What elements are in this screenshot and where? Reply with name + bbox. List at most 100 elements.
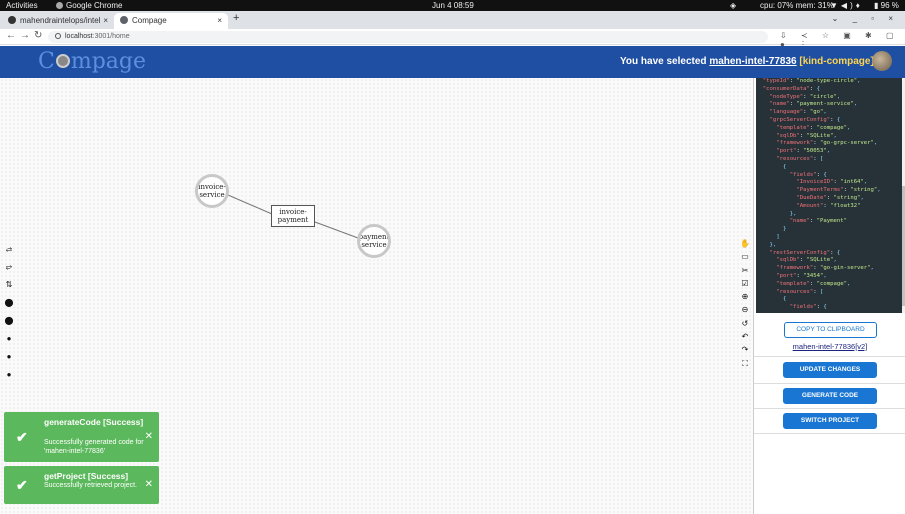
tab-compage[interactable]: Compage × [114, 13, 228, 29]
code-line: "template": "compage", [776, 280, 851, 287]
app-header: Cmpage You have selected mahen-intel-778… [0, 46, 905, 78]
code-line: }, [769, 241, 777, 248]
logo-gear-icon [55, 54, 70, 68]
code-line: "resources": [ [776, 288, 824, 295]
forward-icon[interactable]: → [20, 30, 30, 41]
close-icon[interactable]: ✕ [145, 431, 153, 442]
tab-label: Compage [132, 16, 167, 25]
app-menu[interactable]: Google Chrome [56, 0, 122, 11]
switch-project-button[interactable]: SWITCH PROJECT [783, 413, 877, 429]
close-icon[interactable]: ✕ [145, 479, 153, 490]
edge-invoice-to-invoice-payment [227, 194, 273, 215]
code-line: "InvoiceID": "int64", [796, 179, 868, 186]
zoom-out-icon[interactable]: ⊖ [739, 305, 751, 318]
divider [754, 408, 905, 409]
generate-code-button[interactable]: GENERATE CODE [783, 388, 877, 404]
logo-text-start: C [38, 49, 55, 74]
toast-title: generateCode [Success] [44, 417, 144, 427]
toast-message: Successfully generated code for 'mahen-i… [44, 439, 144, 455]
activities-button[interactable]: Activities [6, 0, 38, 11]
compage-tab-icon [120, 16, 128, 24]
redo-icon[interactable]: ↷ [739, 345, 751, 358]
divider [754, 356, 905, 357]
endpoint-top-icon[interactable]: ⬤ [4, 298, 14, 316]
url-bar[interactable]: localhost:3001/home [48, 31, 768, 43]
app-name: Google Chrome [66, 1, 123, 10]
github-icon [8, 16, 16, 24]
code-line: "sqlDb": "SQLite", [776, 257, 837, 264]
battery-indicator[interactable]: ▮ 96 % [874, 0, 899, 11]
reload-icon[interactable]: ↻ [34, 30, 42, 41]
edge-bezier-icon[interactable]: ⥄ [4, 244, 14, 262]
code-line: "resources": [ [776, 155, 824, 162]
delete-icon[interactable]: ✂ [739, 266, 751, 279]
logo-text-end: mpage [70, 49, 147, 74]
tab-strip: mahendraintelops/intel × Compage × + ⌄ _… [0, 11, 905, 29]
selected-project-link[interactable]: mahen-intel-77836 [709, 56, 796, 67]
code-line: ] [776, 233, 780, 240]
divider [754, 383, 905, 384]
code-line: "fields": { [789, 171, 827, 178]
code-line: "grpcServerConfig": { [769, 116, 841, 123]
endpoint-right-icon[interactable]: ● [4, 334, 14, 352]
network-volume-icons[interactable]: ▼◀)♦ [830, 0, 863, 11]
checkbox-icon[interactable]: ☑ [739, 279, 751, 292]
project-json-viewer[interactable]: "typeId": "node-type-circle", "consumerD… [756, 78, 902, 313]
right-panel: "typeId": "node-type-circle", "consumerD… [753, 78, 905, 514]
node-payment-service[interactable]: payment service [357, 224, 391, 258]
code-line: "consumerData": { [762, 85, 821, 92]
close-tab-icon[interactable]: × [217, 13, 222, 29]
node-invoice-payment[interactable]: invoice-payment [271, 205, 315, 227]
edge-taxi-icon[interactable]: ⥂ [4, 262, 14, 280]
toast-message: Successfully retrieved project. [44, 482, 137, 489]
window-controls[interactable]: ⌄ _ ▫ × [832, 14, 899, 23]
project-version-link[interactable]: mahen-intel-77836[v2] [754, 342, 905, 351]
system-top-bar: Activities Google Chrome Jun 4 08:59 ◈ c… [0, 0, 905, 11]
copy-to-clipboard-button[interactable]: COPY TO CLIPBOARD [784, 322, 877, 338]
code-line: "DueDate": "string", [796, 194, 864, 201]
select-box-icon[interactable]: ▭ [739, 252, 751, 265]
code-line: "typeId": "node-type-circle", [762, 78, 861, 84]
node-label: payment [358, 233, 390, 241]
undo-icon[interactable]: ↶ [739, 332, 751, 345]
code-line: "name": "Payment" [789, 218, 847, 225]
code-line: }, [789, 210, 797, 217]
endpoint-left-icon[interactable]: ● [4, 352, 14, 370]
back-icon[interactable]: ← [6, 30, 16, 41]
tab-github[interactable]: mahendraintelops/intel × [2, 13, 114, 29]
url-path: :3001/home [92, 33, 130, 40]
code-line: "template": "compage", [776, 124, 851, 131]
toast-get-project: ✔ getProject [Success] Successfully retr… [4, 466, 159, 504]
compage-logo[interactable]: Cmpage [38, 49, 146, 74]
selected-project-banner: You have selected mahen-intel-77836 [kin… [620, 56, 874, 67]
node-label: service [361, 241, 387, 249]
toast-generate-code: ✔ generateCode [Success] Successfully ge… [4, 412, 159, 462]
pan-hand-icon[interactable]: ✋ [739, 239, 751, 252]
fit-screen-icon[interactable]: ⛶ [739, 359, 751, 372]
divider [754, 433, 905, 434]
close-tab-icon[interactable]: × [103, 13, 108, 29]
update-changes-button[interactable]: UPDATE CHANGES [783, 362, 877, 378]
endpoint-bottom-icon[interactable]: ⬤ [4, 316, 14, 334]
clock[interactable]: Jun 4 08:59 [432, 0, 474, 11]
info-icon[interactable] [55, 33, 61, 39]
node-invoice-service[interactable]: invoice-service [195, 174, 229, 208]
code-line: "fields": { [789, 304, 827, 311]
code-line: } [782, 226, 787, 233]
zoom-in-icon[interactable]: ⊕ [739, 292, 751, 305]
tab-label: mahendraintelops/intel [20, 16, 101, 25]
system-stats: cpu: 07% mem: 31% [760, 1, 834, 10]
node-label: invoice- [198, 183, 226, 191]
tray-icon[interactable]: ◈ [730, 0, 738, 11]
node-shape-circle-icon[interactable]: ● [4, 370, 14, 388]
edge-vertical-icon[interactable]: ⇅ [4, 280, 14, 298]
code-line: { [782, 163, 787, 170]
new-tab-icon[interactable]: + [233, 12, 239, 24]
avatar[interactable] [872, 51, 892, 71]
check-icon: ✔ [16, 429, 28, 445]
node-label: payment [277, 216, 309, 224]
code-line: "Amount": "float32" [796, 202, 861, 209]
node-label: invoice- [279, 208, 307, 216]
history-icon[interactable]: ↺ [739, 319, 751, 332]
address-toolbar: ← → ↻ localhost:3001/home ⇩ ≺ ☆ ▣ ✱ ▢ ● … [0, 29, 905, 49]
